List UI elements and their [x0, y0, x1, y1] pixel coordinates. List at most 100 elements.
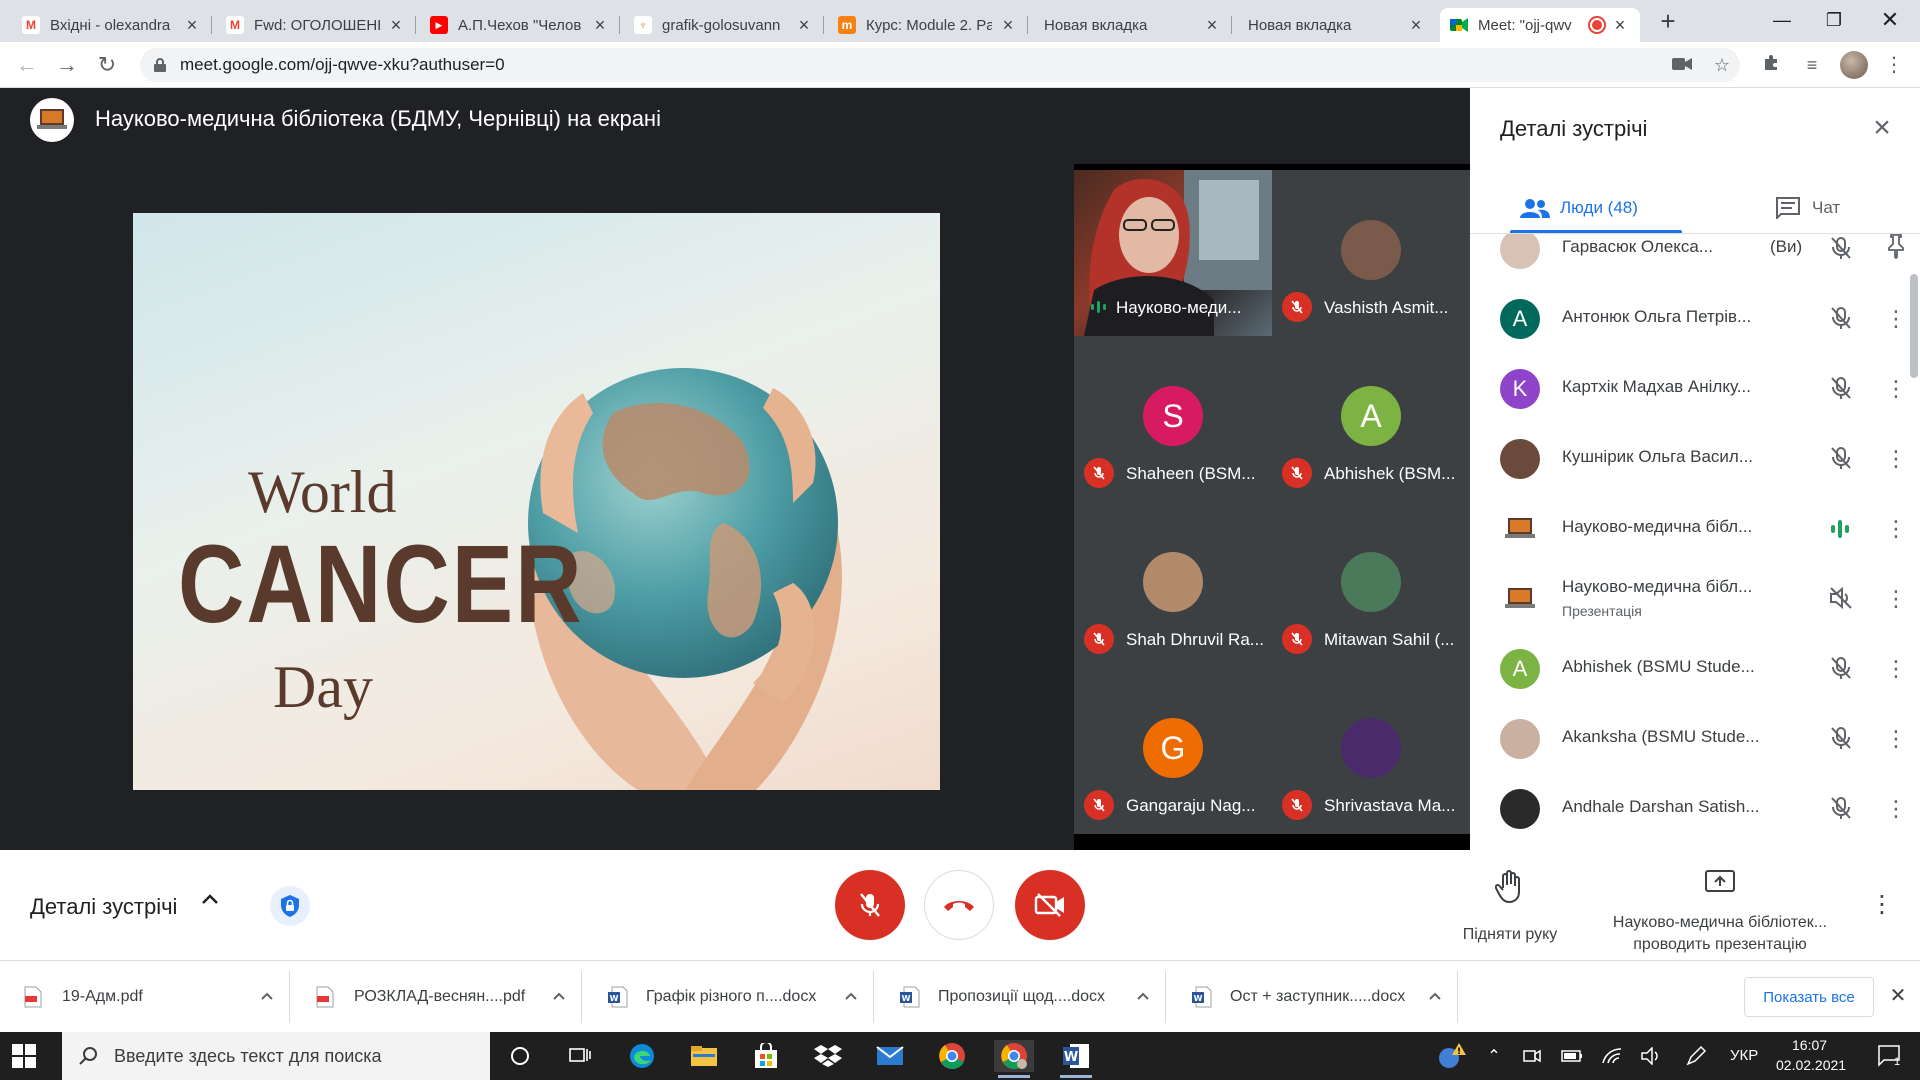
- microphone-toggle-button[interactable]: [835, 870, 905, 940]
- meet-now-icon[interactable]: [1512, 1040, 1552, 1072]
- file-explorer-icon[interactable]: [684, 1040, 724, 1072]
- participant-tile[interactable]: Науково-меди...: [1074, 170, 1272, 336]
- more-options-icon[interactable]: ⋮: [1884, 793, 1908, 825]
- participant-row[interactable]: Науково-медична бібл... Презентація ⋮: [1470, 563, 1920, 633]
- battery-icon[interactable]: [1552, 1040, 1592, 1072]
- download-item[interactable]: РОЗКЛАД-веснян....pdf: [292, 961, 582, 1033]
- close-icon[interactable]: ×: [1610, 15, 1630, 36]
- update-alert-icon[interactable]: !: [1432, 1040, 1472, 1072]
- browser-tab[interactable]: M Вхідні - olexandra ×: [12, 8, 212, 42]
- camera-toggle-button[interactable]: [1015, 870, 1085, 940]
- close-icon[interactable]: ×: [998, 15, 1018, 36]
- more-options-icon[interactable]: ⋮: [1884, 303, 1908, 335]
- close-icon[interactable]: ×: [590, 15, 610, 36]
- more-options-icon[interactable]: ⋮: [1884, 723, 1908, 755]
- browser-tab[interactable]: M Fwd: ОГОЛОШЕННЯ ×: [216, 8, 416, 42]
- more-options-icon[interactable]: ⋮: [1870, 890, 1894, 920]
- task-view-icon[interactable]: [560, 1040, 600, 1072]
- participant-tile[interactable]: Mitawan Sahil (...: [1272, 502, 1470, 668]
- extensions-icon[interactable]: [1760, 53, 1784, 77]
- avatar[interactable]: [1840, 51, 1868, 79]
- volume-icon[interactable]: [1632, 1040, 1672, 1072]
- new-tab-button[interactable]: +: [1654, 8, 1682, 36]
- participant-tile[interactable]: Shrivastava Ma...: [1272, 668, 1470, 834]
- show-all-downloads-button[interactable]: Показать все: [1744, 977, 1874, 1017]
- more-options-icon[interactable]: ⋮: [1884, 373, 1908, 405]
- clock-date[interactable]: 02.02.2021: [1776, 1057, 1846, 1073]
- tab-people[interactable]: Люди (48): [1520, 186, 1638, 230]
- chevron-up-icon[interactable]: [200, 890, 224, 920]
- browser-tab[interactable]: m Курс: Module 2. Pa ×: [828, 8, 1028, 42]
- browser-tab[interactable]: ♆ grafik-golosuvann ×: [624, 8, 824, 42]
- close-icon[interactable]: ×: [794, 15, 814, 36]
- windows-start-icon[interactable]: [12, 1044, 36, 1068]
- chevron-up-icon[interactable]: [1420, 988, 1450, 1006]
- close-icon[interactable]: ×: [386, 15, 406, 36]
- participant-row[interactable]: Akanksha (BSMU Stude... ⋮: [1470, 703, 1920, 773]
- host-controls-button[interactable]: [270, 886, 310, 926]
- clock-time[interactable]: 16:07: [1792, 1037, 1827, 1053]
- notifications-icon[interactable]: 1: [1870, 1040, 1910, 1072]
- forward-icon[interactable]: →: [52, 50, 82, 80]
- download-item[interactable]: W Графік різного п....docx: [584, 961, 874, 1033]
- media-queue-icon[interactable]: ≡: [1800, 53, 1824, 77]
- download-item[interactable]: W Пропозиції щод....docx: [876, 961, 1166, 1033]
- participant-row[interactable]: K Картхік Мадхав Анілку... ⋮: [1470, 353, 1920, 423]
- camera-blocked-icon[interactable]: [1670, 53, 1694, 77]
- pen-icon[interactable]: [1676, 1040, 1716, 1072]
- browser-tab[interactable]: ▶ А.П.Чехов "Челов ×: [420, 8, 620, 42]
- chrome-icon[interactable]: [932, 1040, 972, 1072]
- more-options-icon[interactable]: ⋮: [1884, 583, 1908, 615]
- edge-icon[interactable]: [622, 1040, 662, 1072]
- dropbox-icon[interactable]: [808, 1040, 848, 1072]
- participant-row[interactable]: A Антонюк Ольга Петрів... ⋮: [1470, 283, 1920, 353]
- participant-row[interactable]: Науково-медична бібл... ⋮: [1470, 493, 1920, 563]
- participant-tile[interactable]: Shah Dhruvil Ra...: [1074, 502, 1272, 668]
- cortana-icon[interactable]: [500, 1040, 540, 1072]
- participant-row[interactable]: Andhale Darshan Satish... ⋮: [1470, 773, 1920, 843]
- bookmark-star-icon[interactable]: ☆: [1710, 53, 1734, 77]
- window-close-icon[interactable]: ✕: [1870, 6, 1910, 34]
- close-icon[interactable]: ×: [1862, 108, 1902, 148]
- store-icon[interactable]: [746, 1040, 786, 1072]
- more-options-icon[interactable]: ⋮: [1884, 443, 1908, 475]
- minimize-icon[interactable]: —: [1762, 6, 1802, 34]
- word-icon[interactable]: W: [1056, 1040, 1096, 1078]
- chevron-up-icon[interactable]: [836, 988, 866, 1006]
- meeting-details-button[interactable]: Деталі зустрічі: [30, 894, 177, 920]
- participant-tile[interactable]: G Gangaraju Nag...: [1074, 668, 1272, 834]
- participant-tile[interactable]: S Shaheen (BSM...: [1074, 336, 1272, 502]
- more-options-icon[interactable]: ⋮: [1884, 513, 1908, 545]
- browser-tab-active[interactable]: Meet: "ojj-qwv ×: [1440, 8, 1640, 42]
- participant-row[interactable]: Кушнірик Ольга Васил... ⋮: [1470, 423, 1920, 493]
- wifi-icon[interactable]: [1592, 1040, 1632, 1072]
- participant-row[interactable]: Гарвасюк Олекса... (Ви): [1470, 234, 1920, 283]
- back-icon[interactable]: ←: [12, 50, 42, 80]
- download-item[interactable]: 19-Адм.pdf: [0, 961, 290, 1033]
- chevron-up-icon[interactable]: ⌃: [1474, 1040, 1514, 1072]
- close-icon[interactable]: ×: [182, 15, 202, 36]
- taskbar-search-box[interactable]: Введите здесь текст для поиска: [62, 1032, 490, 1080]
- leave-call-button[interactable]: [924, 870, 994, 940]
- chevron-up-icon[interactable]: [252, 988, 282, 1006]
- participant-row[interactable]: A Abhishek (BSMU Stude... ⋮: [1470, 633, 1920, 703]
- chevron-up-icon[interactable]: [544, 988, 574, 1006]
- close-icon[interactable]: ×: [1406, 15, 1426, 36]
- present-now-button[interactable]: Науково-медична бібліотек... проводить п…: [1590, 864, 1850, 953]
- close-icon[interactable]: ✕: [1886, 983, 1910, 1011]
- download-item[interactable]: W Ост + заступник.....docx: [1168, 961, 1458, 1033]
- more-options-icon[interactable]: ⋮: [1884, 653, 1908, 685]
- chrome-profile-icon[interactable]: [994, 1040, 1034, 1078]
- mail-icon[interactable]: [870, 1040, 910, 1072]
- browser-tab[interactable]: Новая вкладка ×: [1236, 8, 1436, 42]
- scrollbar[interactable]: [1910, 274, 1918, 378]
- tab-chat[interactable]: Чат: [1776, 186, 1840, 230]
- menu-icon[interactable]: ⋮: [1882, 53, 1906, 77]
- chevron-up-icon[interactable]: [1128, 988, 1158, 1006]
- participant-tile[interactable]: Vashisth Asmit...: [1272, 170, 1470, 336]
- close-icon[interactable]: ×: [1202, 15, 1222, 36]
- browser-tab[interactable]: Новая вкладка ×: [1032, 8, 1232, 42]
- keyboard-language[interactable]: УКР: [1730, 1047, 1758, 1064]
- reload-icon[interactable]: ↻: [92, 50, 122, 80]
- participant-tile[interactable]: A Abhishek (BSM...: [1272, 336, 1470, 502]
